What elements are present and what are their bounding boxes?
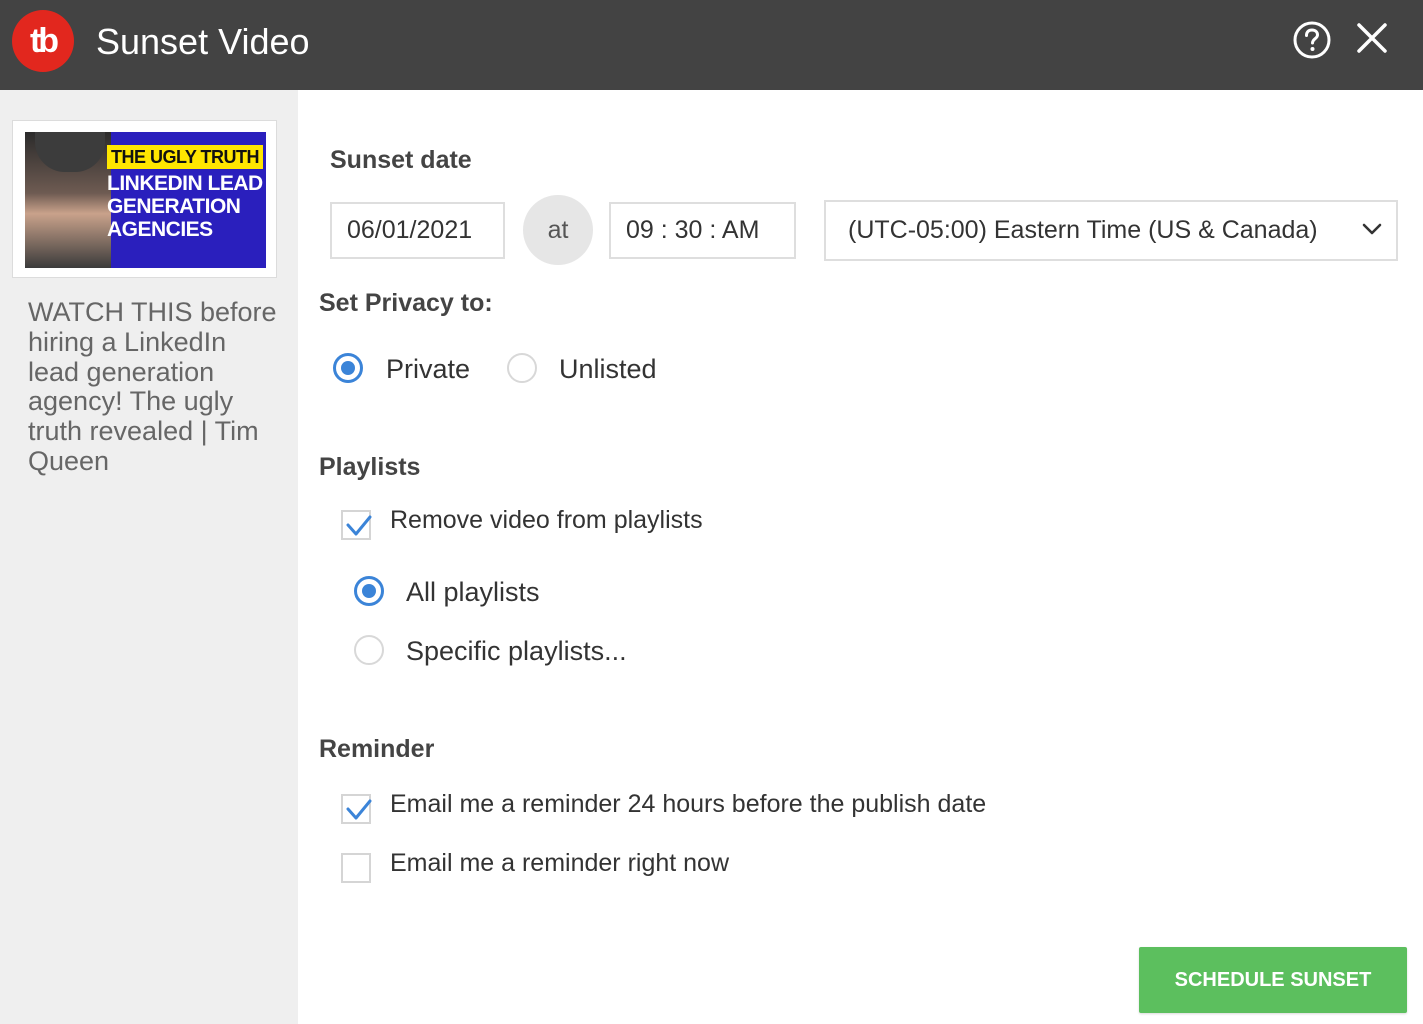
video-title: WATCH THIS before hiring a LinkedIn lead… <box>28 297 277 476</box>
timezone-value: (UTC-05:00) Eastern Time (US & Canada) <box>848 216 1318 244</box>
video-thumbnail: THE UGLY TRUTH LINKEDIN LEAD GENERATION … <box>25 132 266 268</box>
tubebuddy-logo: tb <box>12 10 74 72</box>
sunset-time-input[interactable]: 09 : 30 : AM <box>609 202 796 259</box>
specific-playlists-radio[interactable] <box>354 635 384 665</box>
at-label: at <box>523 195 593 265</box>
privacy-private-label[interactable]: Private <box>386 353 470 385</box>
remove-from-playlists-checkbox[interactable] <box>341 510 372 540</box>
thumbnail-tag: THE UGLY TRUTH <box>107 145 264 169</box>
video-thumbnail-frame: THE UGLY TRUTH LINKEDIN LEAD GENERATION … <box>12 120 277 278</box>
check-icon <box>346 515 372 536</box>
check-icon <box>346 799 372 820</box>
reminder-now-checkbox[interactable] <box>341 853 371 883</box>
privacy-unlisted-label[interactable]: Unlisted <box>559 353 657 385</box>
privacy-label: Set Privacy to: <box>319 289 493 317</box>
reminder-now-label[interactable]: Email me a reminder right now <box>390 848 729 878</box>
schedule-sunset-button[interactable]: SCHEDULE SUNSET <box>1139 947 1407 1013</box>
chevron-down-icon <box>1362 223 1382 235</box>
reminder-24h-label[interactable]: Email me a reminder 24 hours before the … <box>390 789 986 819</box>
all-playlists-radio[interactable] <box>354 576 384 606</box>
remove-from-playlists-label[interactable]: Remove video from playlists <box>390 505 703 535</box>
title-bar: tb Sunset Video <box>0 0 1423 90</box>
help-icon[interactable] <box>1292 20 1332 60</box>
close-icon[interactable] <box>1354 20 1390 56</box>
video-sidebar: THE UGLY TRUTH LINKEDIN LEAD GENERATION … <box>0 90 298 1024</box>
thumbnail-headline: LINKEDIN LEAD GENERATION AGENCIES <box>107 172 263 241</box>
all-playlists-label[interactable]: All playlists <box>406 576 540 608</box>
window-title: Sunset Video <box>96 21 310 62</box>
sunset-date-label: Sunset date <box>330 146 472 174</box>
reminder-24h-checkbox[interactable] <box>341 794 372 824</box>
specific-playlists-label[interactable]: Specific playlists... <box>406 635 627 667</box>
privacy-unlisted-radio[interactable] <box>507 353 537 383</box>
sunset-date-input[interactable]: 06/01/2021 <box>330 202 505 259</box>
privacy-private-radio[interactable] <box>333 353 363 383</box>
timezone-select[interactable]: (UTC-05:00) Eastern Time (US & Canada) <box>824 200 1398 261</box>
logo-text: tb <box>29 21 59 60</box>
reminder-label: Reminder <box>319 735 435 763</box>
playlists-label: Playlists <box>319 453 421 481</box>
